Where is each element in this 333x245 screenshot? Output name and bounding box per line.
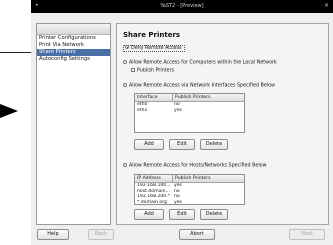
publish-printers-checkbox[interactable]: Publish Printers	[131, 68, 174, 75]
host-edit-button[interactable]: Edit	[169, 209, 195, 220]
close-icon[interactable]: ×	[324, 2, 329, 10]
deny-remote-label: Deny Remote Access	[131, 45, 182, 51]
title-bar: • YaST2 - [Preview] ×	[31, 0, 333, 13]
table-header: IP Address Publish Printers	[135, 175, 244, 183]
publish-printers-label: Publish Printers	[137, 68, 175, 74]
sidebar-item-printer-configurations[interactable]: Printer Configurations	[37, 35, 110, 42]
sidebar-item-autoconfig-settings[interactable]: Autoconfig Settings	[37, 56, 110, 63]
table-header: Interface Publish Printers	[135, 94, 244, 102]
column-header-publish[interactable]: Publish Printers	[172, 175, 244, 182]
table-cell: *.domain.org	[137, 199, 167, 205]
iface-add-button[interactable]: Add	[134, 139, 164, 150]
abort-button[interactable]: Abort	[179, 229, 215, 240]
callout-line	[0, 52, 31, 53]
sidebar-item-share-printers[interactable]: Share Printers	[37, 49, 110, 56]
share-printers-panel: Share Printers Deny Remote Access Allow …	[116, 23, 329, 225]
help-button[interactable]: Help	[37, 229, 69, 240]
table-cell: eth1	[137, 107, 148, 113]
radio-icon	[123, 60, 127, 64]
window-content: Printer Configurations Print Via Network…	[31, 13, 333, 245]
interface-table[interactable]: Interface Publish Printers eth0 no eth1 …	[134, 93, 245, 133]
allow-local-label: Allow Remote Access for Computers within…	[129, 60, 277, 66]
table-row[interactable]: *.domain.org yes	[135, 200, 244, 206]
back-button[interactable]: Back	[88, 229, 114, 240]
radio-icon	[123, 83, 127, 87]
column-header-ip-address[interactable]: IP Address	[135, 175, 172, 182]
allow-hosts-radio[interactable]: Allow Remote Access for Hosts/Networks S…	[123, 163, 267, 170]
page-title: Share Printers	[123, 31, 181, 39]
column-header-interface[interactable]: Interface	[135, 94, 172, 101]
checkbox-icon	[131, 68, 135, 72]
allow-interfaces-label: Allow Remote Access via Network Interfac…	[129, 83, 275, 89]
table-row[interactable]: eth1 yes	[135, 108, 244, 114]
callout-arrow	[0, 104, 18, 118]
table-cell: yes	[174, 107, 182, 113]
radio-selected-icon	[125, 45, 129, 49]
allow-local-radio[interactable]: Allow Remote Access for Computers within…	[123, 60, 277, 67]
allow-hosts-label: Allow Remote Access for Hosts/Networks S…	[129, 163, 267, 169]
iface-delete-button[interactable]: Delete	[200, 139, 228, 150]
window-title: YaST2 - [Preview]	[160, 3, 204, 9]
table-cell: yes	[174, 199, 182, 205]
sidebar-item-print-via-network[interactable]: Print Via Network	[37, 42, 110, 49]
host-add-button[interactable]: Add	[134, 209, 164, 220]
host-table[interactable]: IP Address Publish Printers 192.168.100.…	[134, 174, 245, 205]
sidebar-header	[37, 24, 110, 35]
sidebar: Printer Configurations Print Via Network…	[36, 23, 111, 225]
next-button[interactable]: Next	[289, 229, 325, 240]
deny-remote-option[interactable]: Deny Remote Access	[123, 44, 185, 52]
iface-edit-button[interactable]: Edit	[169, 139, 195, 150]
radio-icon	[123, 163, 127, 167]
column-header-publish[interactable]: Publish Printers	[172, 94, 244, 101]
allow-interfaces-radio[interactable]: Allow Remote Access via Network Interfac…	[123, 83, 275, 90]
host-delete-button[interactable]: Delete	[200, 209, 228, 220]
deny-remote-radio[interactable]: Deny Remote Access	[123, 44, 185, 52]
yast-window: • YaST2 - [Preview] × Printer Configurat…	[31, 0, 333, 245]
